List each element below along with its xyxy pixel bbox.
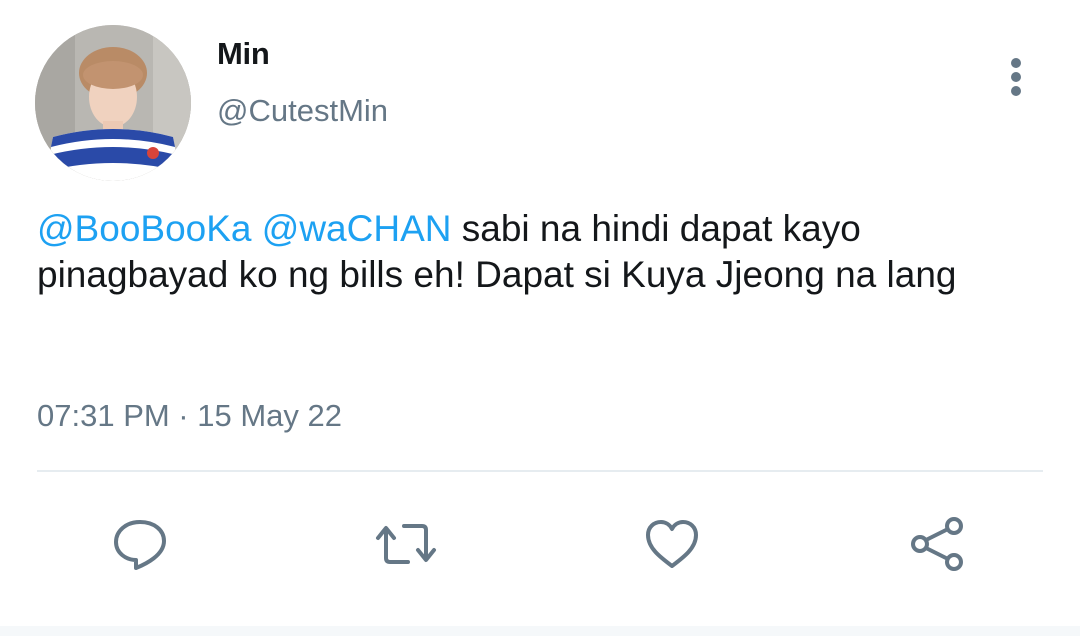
bottom-divider — [0, 626, 1080, 636]
share-icon — [911, 517, 963, 571]
divider — [37, 470, 1043, 472]
author-name[interactable]: Min — [217, 36, 270, 72]
comment-icon — [114, 520, 166, 570]
share-button[interactable] — [906, 512, 970, 576]
more-options-icon[interactable] — [996, 52, 1036, 100]
like-button[interactable] — [640, 512, 704, 576]
retweet-button[interactable] — [374, 512, 438, 576]
more-dot — [1011, 58, 1021, 68]
avatar[interactable] — [35, 25, 191, 181]
mention-link[interactable]: @BooBooKa — [37, 208, 251, 249]
author-handle[interactable]: @CutestMin — [217, 93, 388, 129]
mention-link[interactable]: @waCHAN — [262, 208, 452, 249]
avatar-image — [35, 25, 191, 181]
tweet-card: Min @CutestMin @BooBooKa @waCHAN sabi na… — [0, 0, 1080, 636]
retweet-icon — [376, 524, 436, 564]
more-dot — [1011, 86, 1021, 96]
heart-icon — [646, 520, 698, 568]
tweet-timestamp: 07:31 PM · 15 May 22 — [37, 398, 342, 433]
more-dot — [1011, 72, 1021, 82]
reply-button[interactable] — [108, 512, 172, 576]
tweet-text: @BooBooKa @waCHAN sabi na hindi dapat ka… — [37, 206, 1037, 298]
